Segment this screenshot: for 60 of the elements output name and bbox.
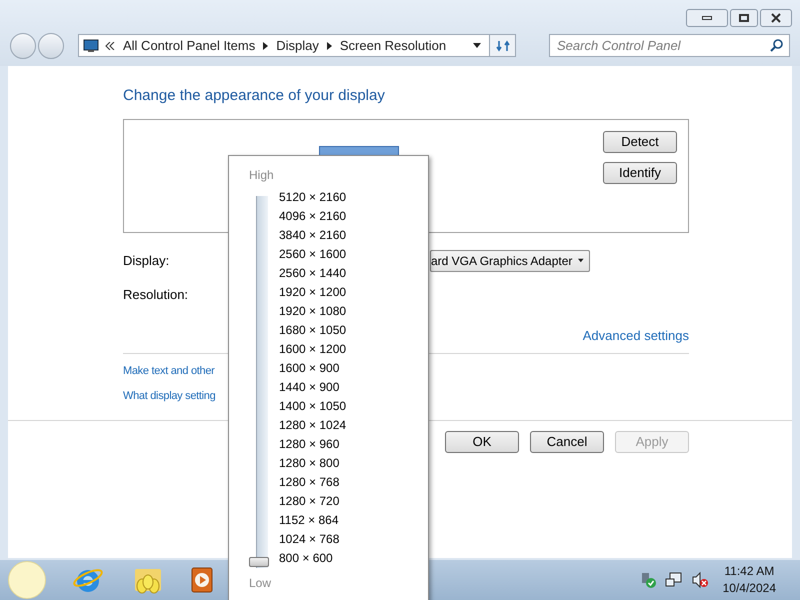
clock-date[interactable]: 10/4/2024 — [722, 580, 776, 597]
display-label: Display: — [123, 252, 170, 270]
dialog-button[interactable]: Detect — [603, 130, 677, 152]
resolution-option[interactable]: 1280 × 720 — [279, 492, 346, 511]
close-button[interactable] — [760, 9, 792, 27]
resolution-option[interactable]: 4096 × 2160 — [279, 207, 346, 226]
resolution-option[interactable]: 1280 × 1024 — [279, 416, 346, 435]
chevrons-icon — [105, 42, 115, 50]
resolution-option[interactable]: 2560 × 1440 — [279, 264, 346, 283]
address-bar[interactable]: All Control Panel Items Display Screen Resolution — [78, 34, 516, 57]
resolution-option[interactable]: 1280 × 800 — [279, 454, 346, 473]
display-dropdown[interactable]: ard VGA Graphics Adapter — [430, 250, 590, 272]
resolution-option[interactable]: 1280 × 768 — [279, 473, 346, 492]
resolution-label: Resolution: — [123, 286, 188, 304]
search-field[interactable]: Search Control Panel — [557, 36, 770, 56]
resolution-option[interactable]: 3840 × 2160 — [279, 226, 346, 245]
resolution-option[interactable]: 1600 × 900 — [279, 359, 346, 378]
advanced-settings-link[interactable]: Advanced settings — [582, 326, 689, 346]
help-link[interactable]: Make text and other — [123, 362, 215, 379]
close-icon — [771, 13, 781, 23]
slider-thumb[interactable] — [249, 557, 269, 567]
dropdown-icon — [578, 258, 584, 263]
resolution-option[interactable]: 2560 × 1600 — [279, 245, 346, 264]
network-icon[interactable] — [664, 571, 683, 589]
resolution-option[interactable]: 1680 × 1050 — [279, 321, 346, 340]
breadcrumb[interactable]: Display — [276, 36, 319, 56]
dialog-button[interactable]: Cancel — [530, 430, 604, 452]
breadcrumb[interactable]: Screen Resolution — [340, 36, 446, 56]
minimize-button[interactable] — [686, 9, 728, 27]
monitor-icon — [83, 38, 99, 52]
resolution-option[interactable]: 1600 × 1200 — [279, 340, 346, 359]
arrow-icon — [263, 42, 268, 50]
search-box[interactable]: Search Control Panel — [549, 34, 790, 57]
dialog-button[interactable]: OK — [445, 430, 519, 452]
resolution-option[interactable]: 1400 × 1050 — [279, 397, 346, 416]
muted-speaker-icon[interactable] — [690, 571, 709, 589]
resolution-option[interactable]: 1152 × 864 — [279, 511, 346, 530]
refresh-button[interactable] — [489, 35, 515, 56]
clock-time[interactable]: 11:42 AM — [724, 563, 774, 580]
resolution-option[interactable]: 1920 × 1080 — [279, 302, 346, 321]
resolution-option[interactable]: 1024 × 768 — [279, 530, 346, 549]
refresh-icon — [496, 40, 510, 52]
dropdown-icon[interactable] — [473, 43, 481, 48]
resolution-option[interactable]: 1920 × 1200 — [279, 283, 346, 302]
resolution-option[interactable]: 1280 × 960 — [279, 435, 346, 454]
dialog-button[interactable]: Identify — [603, 162, 677, 184]
help-link[interactable]: What display setting — [123, 388, 216, 404]
maximize-button[interactable] — [730, 9, 758, 27]
media-player-icon[interactable] — [190, 566, 214, 594]
resolution-option[interactable]: 800 × 600 — [279, 549, 346, 568]
start-button[interactable] — [8, 561, 46, 599]
page-heading: Change the appearance of your display — [123, 86, 386, 106]
low-label: Low — [249, 575, 272, 592]
resolution-option[interactable]: 5120 × 2160 — [279, 188, 346, 207]
resolution-option[interactable]: 1440 × 900 — [279, 378, 346, 397]
high-label: High — [249, 167, 274, 184]
slider-track[interactable] — [249, 196, 269, 568]
search-icon — [770, 39, 783, 52]
breadcrumb[interactable]: All Control Panel Items — [123, 36, 256, 56]
arrow-icon — [326, 42, 332, 50]
